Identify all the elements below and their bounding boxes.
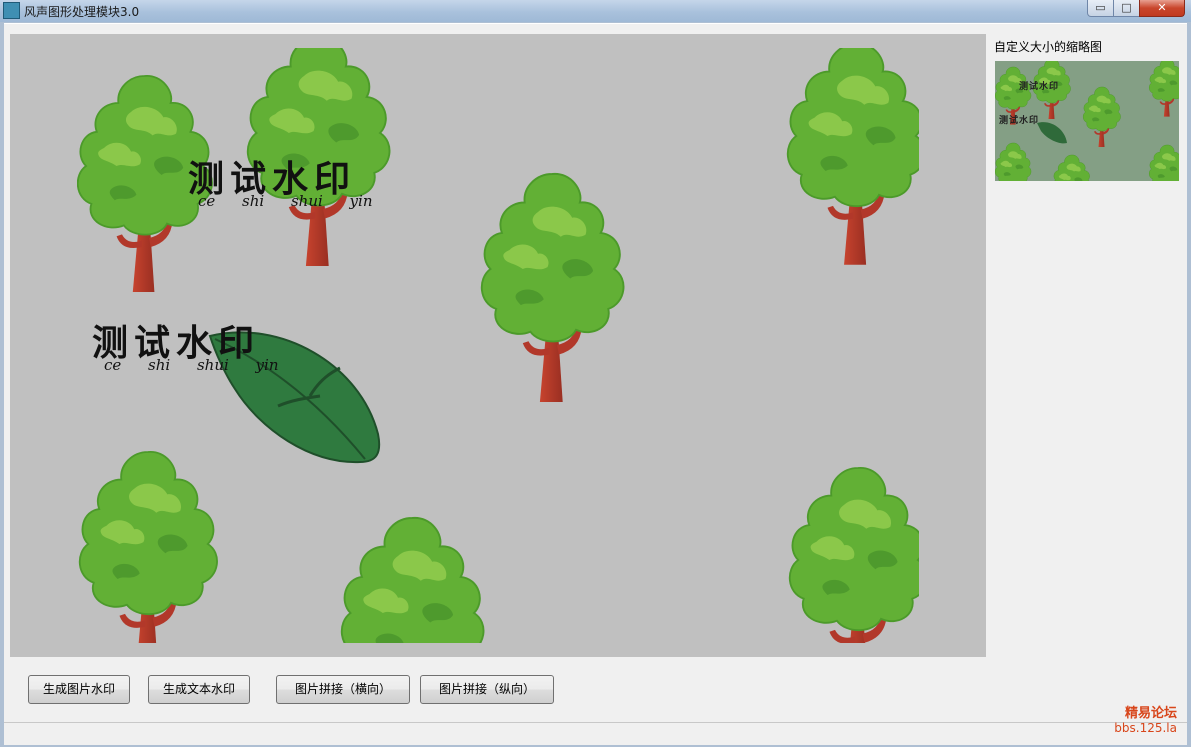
maximize-button[interactable]: □ [1113, 0, 1140, 17]
watermark-pinyin: ce shi shui yin [104, 356, 279, 374]
tree-image [78, 450, 218, 643]
window-title: 风声图形处理模块3.0 [24, 5, 140, 19]
tree-image [340, 516, 485, 643]
brand-url: bbs.125.la [1114, 721, 1177, 735]
stitch-horizontal-button[interactable]: 图片拼接（横向） [276, 675, 410, 704]
thumbnail-watermark: 测试水印 [999, 116, 1040, 126]
status-bar [4, 722, 1187, 745]
minimize-button[interactable]: ▭ [1087, 0, 1114, 17]
thumbnail-preview: 测试水印 测试水印 [995, 61, 1179, 181]
generate-text-watermark-button[interactable]: 生成文本水印 [148, 675, 250, 704]
stitch-vertical-button[interactable]: 图片拼接（纵向） [420, 675, 554, 704]
close-button[interactable]: ✕ [1139, 0, 1185, 17]
brand-watermark: 精易论坛 bbs.125.la [1114, 706, 1177, 736]
tree-image [786, 48, 919, 266]
title-bar: 风声图形处理模块3.0 ▭ □ ✕ [0, 0, 1191, 22]
brand-name: 精易论坛 [1124, 706, 1177, 721]
image-preview-canvas: 测试水印 ce shi shui yin 测试水印 ce shi shui yi… [10, 34, 986, 657]
app-icon [3, 2, 20, 19]
thumbnail-label: 自定义大小的缩略图 [994, 40, 1103, 54]
watermark-pinyin: ce shi shui yin [198, 192, 373, 210]
client-area: 测试水印 ce shi shui yin 测试水印 ce shi shui yi… [4, 23, 1187, 745]
thumbnail-watermark: 测试水印 [1019, 82, 1060, 92]
generate-image-watermark-button[interactable]: 生成图片水印 [28, 675, 130, 704]
tree-image [480, 172, 625, 403]
tree-image [788, 466, 919, 643]
